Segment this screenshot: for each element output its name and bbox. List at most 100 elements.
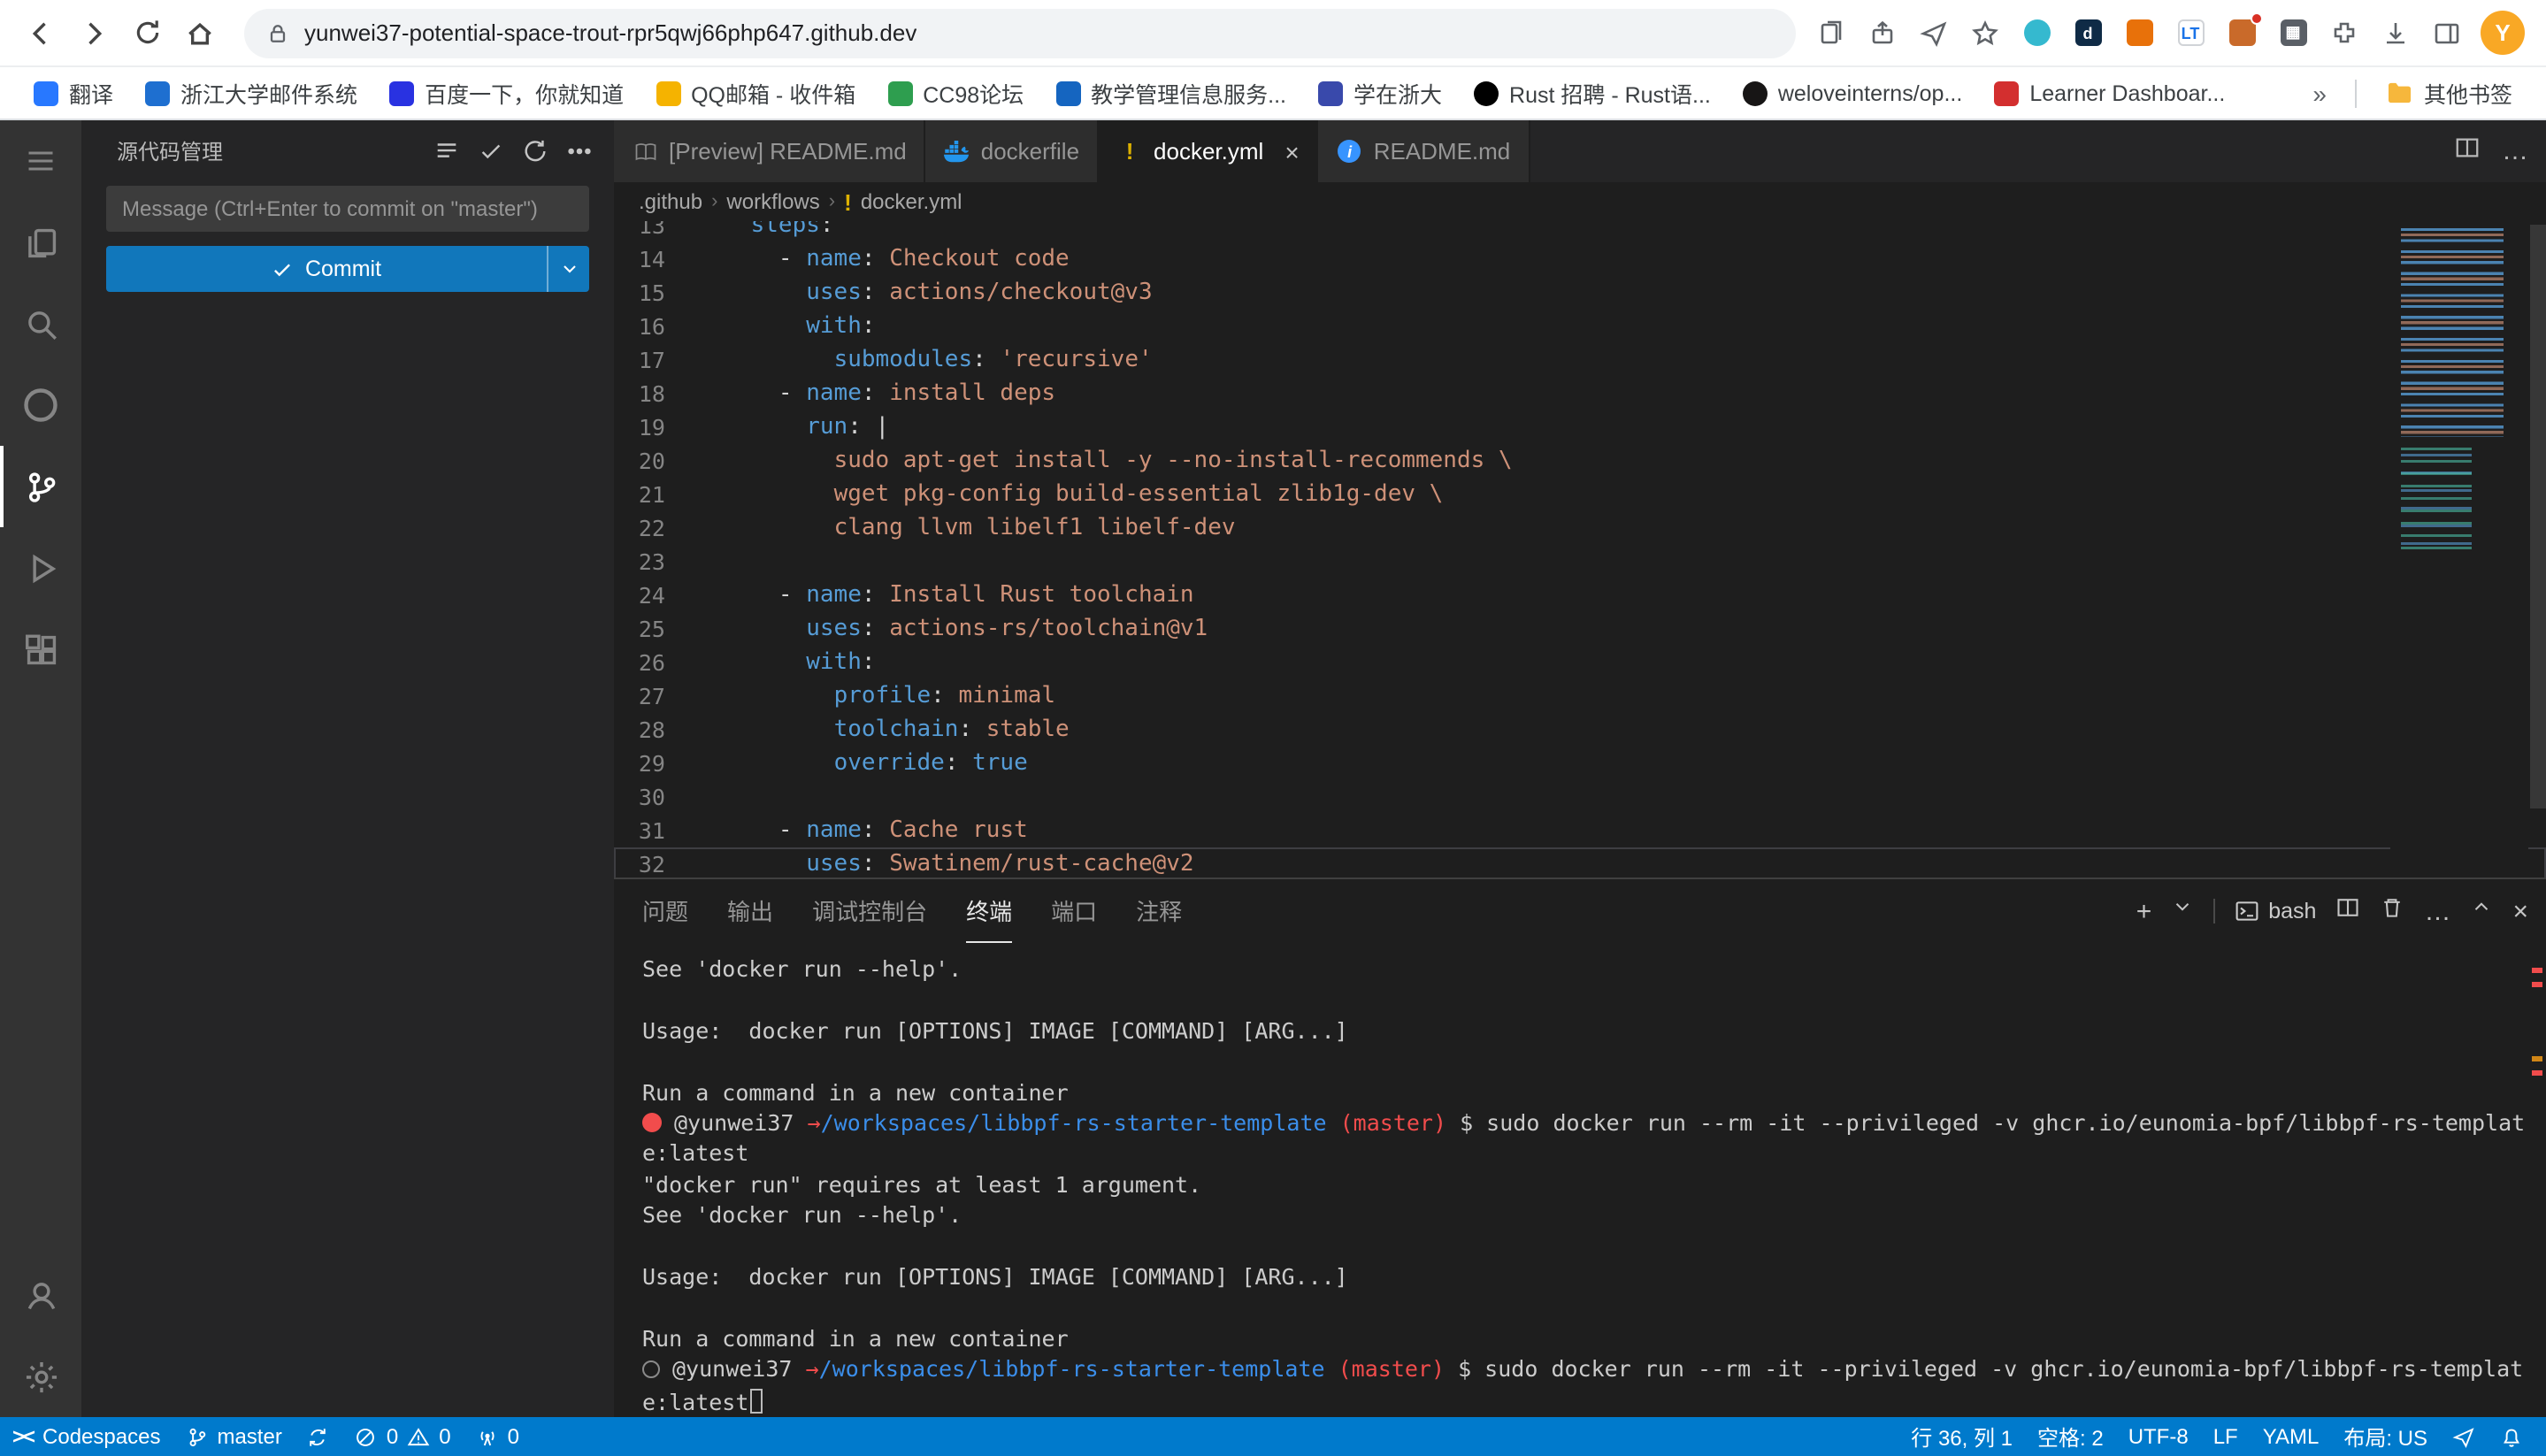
line-number[interactable]: 17 bbox=[614, 343, 695, 377]
line-number[interactable]: 21 bbox=[614, 478, 695, 511]
tab-docker-yml[interactable]: !docker.yml× bbox=[1099, 120, 1319, 182]
ports-indicator[interactable]: 0 bbox=[464, 1417, 532, 1456]
favorite-star-icon[interactable] bbox=[1967, 15, 2003, 50]
line-number[interactable]: 32 bbox=[614, 847, 695, 877]
minimap[interactable] bbox=[2390, 221, 2528, 877]
panel-more-actions-icon[interactable]: … bbox=[2424, 898, 2450, 924]
code-line[interactable]: 29 override: true bbox=[614, 747, 2546, 780]
commit-button[interactable]: Commit bbox=[106, 246, 589, 292]
ext-teal-icon[interactable] bbox=[2019, 15, 2054, 50]
bookmark-item[interactable]: CC98论坛 bbox=[875, 71, 1036, 115]
ext-translator-icon[interactable]: d bbox=[2070, 15, 2105, 50]
panel-tab-注释[interactable]: 注释 bbox=[1136, 879, 1182, 943]
ext-grid-icon[interactable]: ▦ bbox=[2275, 15, 2311, 50]
code-line[interactable]: 14 - name: Checkout code bbox=[614, 242, 2546, 276]
sync-button[interactable] bbox=[295, 1417, 342, 1456]
terminal-instance-bash[interactable]: bash bbox=[2235, 899, 2316, 923]
indentation-indicator[interactable]: 空格: 2 bbox=[2025, 1417, 2116, 1456]
commit-dropdown[interactable] bbox=[547, 246, 589, 292]
panel-tab-终端[interactable]: 终端 bbox=[966, 879, 1012, 943]
tab-dockerfile[interactable]: dockerfile bbox=[926, 120, 1099, 182]
bookmark-item[interactable]: QQ邮箱 - 收件箱 bbox=[643, 71, 868, 115]
tab-readme-md[interactable]: iREADME.md bbox=[1319, 120, 1530, 182]
downloads-icon[interactable] bbox=[2378, 15, 2413, 50]
line-number[interactable]: 27 bbox=[614, 679, 695, 713]
line-number[interactable]: 23 bbox=[614, 545, 695, 579]
line-number[interactable]: 29 bbox=[614, 747, 695, 780]
code-line[interactable]: 31 - name: Cache rust bbox=[614, 814, 2546, 847]
maximize-panel-icon[interactable] bbox=[2470, 895, 2493, 927]
code-line[interactable]: 15 uses: actions/checkout@v3 bbox=[614, 276, 2546, 310]
activity-explorer[interactable] bbox=[0, 202, 81, 283]
breadcrumb-item-folder[interactable]: workflows bbox=[726, 189, 819, 214]
commit-check-icon[interactable] bbox=[478, 138, 504, 165]
forward-button[interactable] bbox=[67, 6, 120, 59]
code-line[interactable]: 19 run: | bbox=[614, 410, 2546, 444]
bookmark-item[interactable]: 翻译 bbox=[21, 71, 126, 115]
code-line[interactable]: 32 uses: Swatinem/rust-cache@v2 bbox=[614, 847, 2546, 877]
bookmark-item[interactable]: 浙江大学邮件系统 bbox=[133, 71, 370, 115]
bookmark-item[interactable]: 教学管理信息服务... bbox=[1043, 71, 1299, 115]
line-number[interactable]: 19 bbox=[614, 410, 695, 444]
line-number[interactable]: 31 bbox=[614, 814, 695, 847]
more-actions-icon[interactable] bbox=[566, 138, 593, 165]
code-line[interactable]: 20 sudo apt-get install -y --no-install-… bbox=[614, 444, 2546, 478]
other-bookmarks-button[interactable]: 其他书签 bbox=[2374, 71, 2525, 115]
bookmark-item[interactable]: Learner Dashboar... bbox=[1982, 75, 2237, 111]
code-line[interactable]: 26 with: bbox=[614, 646, 2546, 679]
profile-avatar[interactable]: Y bbox=[2481, 11, 2525, 55]
code-line[interactable]: 25 uses: actions-rs/toolchain@v1 bbox=[614, 612, 2546, 646]
close-panel-icon[interactable]: × bbox=[2512, 898, 2528, 924]
back-button[interactable] bbox=[14, 6, 67, 59]
breadcrumb-item-root[interactable]: .github bbox=[639, 189, 702, 214]
line-number[interactable]: 26 bbox=[614, 646, 695, 679]
remote-indicator[interactable]: >< Codespaces bbox=[0, 1417, 173, 1456]
split-editor-icon[interactable] bbox=[2454, 134, 2481, 169]
code-line[interactable]: 23 bbox=[614, 545, 2546, 579]
problems-indicator[interactable]: 0 0 bbox=[342, 1417, 464, 1456]
breadcrumb-item-file[interactable]: docker.yml bbox=[861, 189, 962, 214]
panel-tab-调试控制台[interactable]: 调试控制台 bbox=[812, 879, 927, 943]
code-editor[interactable]: 13 steps:14 - name: Checkout code15 uses… bbox=[614, 221, 2546, 877]
code-line[interactable]: 13 steps: bbox=[614, 221, 2546, 242]
terminal-dropdown-icon[interactable] bbox=[2171, 895, 2194, 927]
activity-search[interactable] bbox=[0, 283, 81, 364]
code-line[interactable]: 28 toolchain: stable bbox=[614, 713, 2546, 747]
code-line[interactable]: 21 wget pkg-config build-essential zlib1… bbox=[614, 478, 2546, 511]
bookmarks-overflow-chevron[interactable]: » bbox=[2302, 79, 2337, 107]
kill-terminal-icon[interactable] bbox=[2380, 894, 2404, 928]
activity-run-debug[interactable] bbox=[0, 527, 81, 609]
collections-icon[interactable] bbox=[1814, 15, 1849, 50]
new-terminal-icon[interactable]: + bbox=[2136, 898, 2152, 924]
panel-tab-问题[interactable]: 问题 bbox=[642, 879, 688, 943]
panel-tab-输出[interactable]: 输出 bbox=[727, 879, 773, 943]
code-line[interactable]: 18 - name: install deps bbox=[614, 377, 2546, 410]
line-number[interactable]: 15 bbox=[614, 276, 695, 310]
ext-notify-icon[interactable] bbox=[2224, 15, 2259, 50]
ext-docs-icon[interactable] bbox=[2121, 15, 2157, 50]
line-number[interactable]: 13 bbox=[614, 221, 695, 242]
line-number[interactable]: 25 bbox=[614, 612, 695, 646]
keyboard-layout[interactable]: 布局: US bbox=[2331, 1417, 2440, 1456]
line-number[interactable]: 16 bbox=[614, 310, 695, 343]
extensions-puzzle-icon[interactable] bbox=[2327, 15, 2362, 50]
line-number[interactable]: 22 bbox=[614, 511, 695, 545]
code-line[interactable]: 24 - name: Install Rust toolchain bbox=[614, 579, 2546, 612]
feedback-button[interactable] bbox=[2440, 1417, 2488, 1456]
close-icon[interactable]: × bbox=[1285, 137, 1299, 165]
code-line[interactable]: 22 clang llvm libelf1 libelf-dev bbox=[614, 511, 2546, 545]
activity-source-control[interactable] bbox=[0, 446, 81, 527]
bookmark-item[interactable]: weloveinterns/op... bbox=[1730, 75, 1975, 111]
language-mode[interactable]: YAML bbox=[2251, 1417, 2332, 1456]
code-line[interactable]: 30 bbox=[614, 780, 2546, 814]
bookmark-item[interactable]: 学在浙大 bbox=[1306, 71, 1454, 115]
home-button[interactable] bbox=[173, 6, 226, 59]
line-number[interactable]: 24 bbox=[614, 579, 695, 612]
line-number[interactable]: 18 bbox=[614, 377, 695, 410]
sidebar-panel-icon[interactable] bbox=[2429, 15, 2465, 50]
share-icon[interactable] bbox=[1865, 15, 1900, 50]
send-icon[interactable] bbox=[1916, 15, 1952, 50]
panel-tab-端口[interactable]: 端口 bbox=[1051, 879, 1097, 943]
notifications-button[interactable] bbox=[2488, 1417, 2535, 1456]
bookmark-item[interactable]: Rust 招聘 - Rust语... bbox=[1461, 71, 1723, 115]
